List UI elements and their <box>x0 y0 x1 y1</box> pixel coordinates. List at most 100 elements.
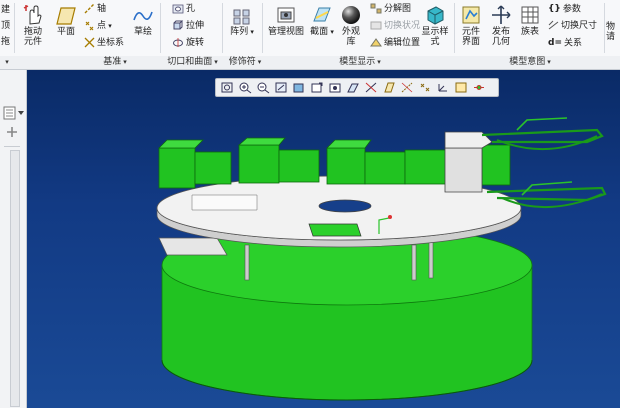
datum-plane-button[interactable]: 平面 <box>52 6 80 37</box>
drag-components-icon <box>23 5 42 25</box>
parameters-label: 参数 <box>562 4 581 15</box>
group-datum-label: 基准 <box>103 57 122 67</box>
component-interface-button[interactable]: 元件 界面 <box>458 4 484 47</box>
saved-orientations-icon[interactable] <box>310 81 324 94</box>
repaint-icon[interactable] <box>274 81 288 94</box>
view-manager-small-icon[interactable] <box>328 81 342 94</box>
ribbon-cutoff-button[interactable]: 物 请 <box>606 22 620 42</box>
section-button[interactable]: 截面 ▾ <box>309 4 335 37</box>
appearance-gallery-label: 外观 库 <box>341 27 360 47</box>
group-cut-surface-label: 切口和曲面 <box>167 57 213 67</box>
view-manager-icon <box>277 7 295 23</box>
group-model-intent-label: 模型意图 <box>509 57 546 67</box>
group-cut-surface[interactable]: 切口和曲面 ▾ <box>160 56 225 69</box>
toggle-dimensions-button[interactable]: 切换尺寸 <box>548 20 597 32</box>
datum-axis-icon <box>84 3 95 14</box>
extrude-button[interactable]: 拉伸 <box>172 20 204 32</box>
family-table-label: 族表 <box>520 27 539 37</box>
ribbon-col0-bot[interactable]: 拖 <box>1 36 10 48</box>
pattern-button[interactable]: 阵列 ▾ <box>228 8 256 37</box>
toggle-status-label: 切换状况 <box>384 21 421 31</box>
display-style-cube-icon <box>427 6 444 25</box>
group-model-display[interactable]: 模型显示 ▾ <box>310 56 410 69</box>
display-style-label: 显示样 式 <box>421 27 449 47</box>
add-icon[interactable] <box>6 126 18 138</box>
family-table-icon <box>521 6 539 24</box>
revolve-icon <box>173 38 183 47</box>
group-model-display-label: 模型显示 <box>339 57 376 67</box>
view-manager-button[interactable]: 管理视图 <box>266 4 306 37</box>
group-model-intent[interactable]: 模型意图 ▾ <box>480 56 580 69</box>
exploded-view-button[interactable]: 分解图 <box>370 3 411 15</box>
toggle-dimensions-label: 切换尺寸 <box>561 21 598 31</box>
datum-axis-label: 轴 <box>97 4 107 14</box>
datum-point-button[interactable]: 点 ▾ <box>84 20 112 32</box>
coordinate-system-label: 坐标系 <box>97 38 125 48</box>
model-tree-panel <box>0 70 27 408</box>
component-interface-label: 元件 界面 <box>461 27 480 47</box>
edit-position-label: 编辑位置 <box>384 38 421 48</box>
group-arrow-left[interactable]: ▾ <box>0 56 12 69</box>
edit-position-button[interactable]: 编辑位置 <box>370 37 420 49</box>
pattern-label: 阵列 <box>230 27 249 37</box>
drag-components-label: 拖动 元件 <box>23 27 42 47</box>
hole-button[interactable]: 孔 <box>172 3 195 15</box>
datum-axis-button[interactable]: 轴 <box>84 3 106 15</box>
zoom-in-icon[interactable] <box>238 81 252 94</box>
ribbon-col0-mid[interactable]: 顶 <box>1 20 10 32</box>
show-menu-icon[interactable] <box>3 106 19 120</box>
datum-plane-icon <box>56 7 76 25</box>
axis-display-icon[interactable] <box>400 81 414 94</box>
sketch-icon <box>133 11 153 21</box>
coordinate-system-button[interactable]: 坐标系 <box>84 37 124 49</box>
plane-display-icon[interactable] <box>382 81 396 94</box>
component-interface-icon <box>462 6 480 24</box>
annotation-display-icon[interactable] <box>454 81 468 94</box>
datum-display-filters-icon[interactable] <box>364 81 378 94</box>
publish-geometry-icon <box>492 5 511 24</box>
point-display-icon[interactable] <box>418 81 432 94</box>
perspective-view-icon[interactable] <box>346 81 360 94</box>
toggle-status-icon <box>370 21 382 30</box>
view-toolbar <box>215 78 499 97</box>
section-icon <box>313 7 331 22</box>
view-manager-label: 管理视图 <box>267 27 304 37</box>
datum-point-icon <box>85 21 94 31</box>
datum-point-label: 点 <box>97 21 107 31</box>
ribbon: 建 顶 拖 拖动 元件 平面 轴 点 ▾ 坐标系 草绘 孔 拉伸 旋转 阵列 ▾… <box>0 0 620 57</box>
dropdown-arrow-icon[interactable] <box>18 110 24 116</box>
3d-model-render <box>156 117 607 401</box>
refit-icon[interactable] <box>220 81 234 94</box>
revolve-button[interactable]: 旋转 <box>172 37 204 49</box>
zoom-out-icon[interactable] <box>256 81 270 94</box>
toggle-status-button[interactable]: 切换状况 <box>370 20 420 32</box>
group-modifier-label: 修饰符 <box>228 57 256 67</box>
display-style-icon[interactable] <box>292 81 306 94</box>
relations-button[interactable]: d= 关系 <box>548 37 582 49</box>
revolve-label: 旋转 <box>186 38 205 48</box>
family-table-button[interactable]: 族表 <box>517 4 543 37</box>
extrude-label: 拉伸 <box>186 21 205 31</box>
group-modifier[interactable]: 修饰符 ▾ <box>225 56 265 69</box>
relations-label: 关系 <box>563 38 582 49</box>
hole-icon <box>172 4 184 14</box>
coordinate-system-icon <box>84 37 95 48</box>
vertical-scrollbar[interactable] <box>10 150 20 407</box>
sketch-button[interactable]: 草绘 <box>130 6 156 37</box>
parameters-button[interactable]: {} 参数 <box>548 3 581 15</box>
ribbon-col0-top[interactable]: 建 <box>1 4 10 16</box>
section-label: 截面 <box>310 27 329 37</box>
appearance-gallery-button[interactable]: 外观 库 <box>337 4 365 47</box>
group-datum[interactable]: 基准 ▾ <box>70 56 160 69</box>
publish-geometry-button[interactable]: 发布 几何 <box>488 4 514 47</box>
csys-display-icon[interactable] <box>436 81 450 94</box>
spin-center-icon[interactable] <box>472 81 486 94</box>
exploded-view-icon <box>370 3 382 14</box>
pattern-icon <box>233 9 250 25</box>
display-style-button[interactable]: 显示样 式 <box>420 4 450 47</box>
parameters-icon: {} <box>548 4 561 14</box>
sketch-label: 草绘 <box>133 27 152 37</box>
drag-components-button[interactable]: 拖动 元件 <box>18 4 48 47</box>
edit-position-icon <box>370 38 382 47</box>
graphics-viewport[interactable] <box>27 70 620 408</box>
